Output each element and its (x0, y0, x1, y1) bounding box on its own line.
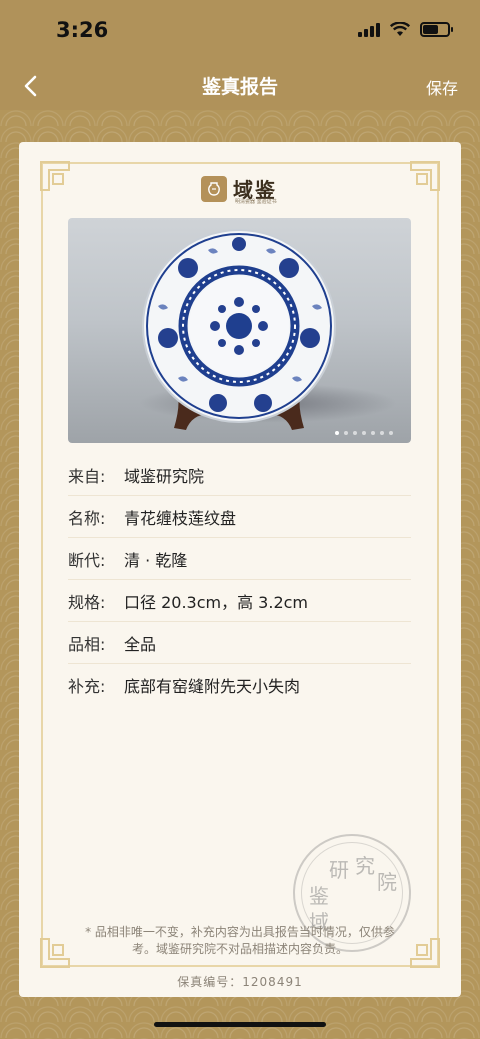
info-value: 清 · 乾隆 (124, 550, 188, 570)
brand-tagline: 明清瓷器 鉴验证书 (235, 199, 277, 205)
serial-value: 1208491 (242, 975, 303, 989)
home-indicator[interactable] (154, 1022, 326, 1027)
info-row-condition: 品相: 全品 (68, 622, 411, 664)
info-value: 底部有窑缝附先天小失肉 (124, 677, 301, 696)
save-button[interactable]: 保存 (426, 75, 458, 99)
nav-bar: 鉴真报告 保存 (0, 62, 480, 110)
info-key: 品相: (68, 634, 106, 654)
info-key: 来自: (68, 466, 106, 486)
serial-label: 保真编号： (177, 975, 243, 989)
corner-ornament-br (397, 925, 441, 969)
info-key: 补充: (68, 677, 106, 696)
corner-ornament-tr (397, 160, 441, 204)
porcelain-plate-image (142, 229, 336, 430)
status-time: 3:26 (56, 18, 109, 42)
seal-char: 鉴 (309, 884, 329, 908)
seal-char: 院 (377, 870, 397, 894)
info-row-dimensions: 规格: 口径 20.3cm，高 3.2cm (68, 580, 411, 622)
info-value: 全品 (124, 634, 157, 654)
info-row-name: 名称: 青花缠枝莲纹盘 (68, 496, 411, 538)
cellular-signal-icon (358, 22, 380, 37)
info-row-notes: 补充: 底部有窑缝附先天小失肉 (68, 664, 411, 706)
status-icons (358, 22, 453, 37)
info-row-source: 来自: 域鉴研究院 (68, 454, 411, 496)
battery-icon (420, 22, 453, 37)
carousel-indicator (335, 431, 393, 435)
info-value: 青花缠枝莲纹盘 (124, 508, 237, 528)
serial-number: 保真编号：1208491 (19, 973, 461, 990)
seal-char: 研 (329, 858, 349, 882)
item-photo-carousel[interactable] (68, 218, 411, 443)
info-key: 断代: (68, 550, 106, 570)
page-title: 鉴真报告 (201, 76, 278, 98)
info-key: 规格: (68, 592, 106, 612)
corner-ornament-tl (39, 160, 83, 204)
disclaimer-text: * 品相非唯一不变，补充内容为出具报告当时情况，仅供参考。域鉴研究院不对品相描述… (85, 925, 395, 956)
corner-ornament-bl (39, 925, 83, 969)
info-value: 口径 20.3cm，高 3.2cm (124, 592, 309, 612)
wifi-icon (390, 22, 410, 36)
vase-icon (201, 175, 227, 202)
status-bar: 3:26 (0, 0, 480, 62)
info-value: 域鉴研究院 (124, 466, 205, 486)
info-row-dating: 断代: 清 · 乾隆 (68, 538, 411, 580)
info-key: 名称: (68, 508, 106, 528)
certificate-card: 域鉴 明清瓷器 鉴验证书 来自: 域鉴研究院 名称: 青花缠枝莲纹盘 断代: 清… (19, 142, 461, 997)
seal-char: 究 (355, 854, 375, 878)
info-list: 来自: 域鉴研究院 名称: 青花缠枝莲纹盘 断代: 清 · 乾隆 规格: 口径 … (68, 454, 411, 706)
